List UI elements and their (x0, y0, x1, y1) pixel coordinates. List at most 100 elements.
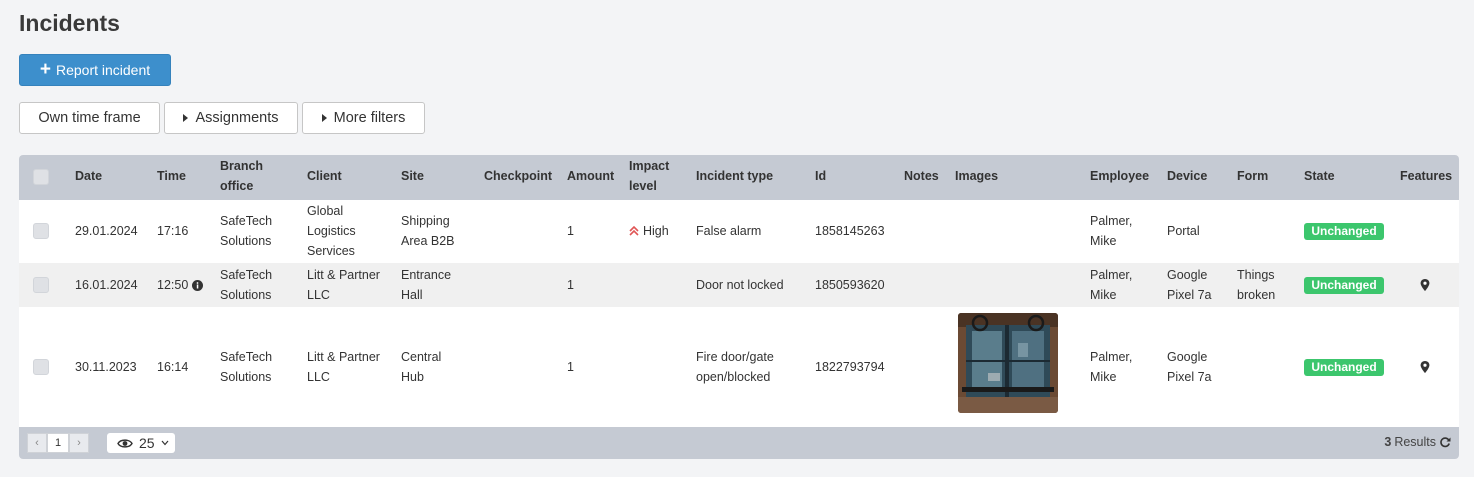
cell-line: Logistics (307, 224, 356, 238)
incident-image-thumbnail[interactable] (958, 313, 1058, 413)
own-time-frame-button[interactable]: Own time frame (19, 102, 160, 134)
col-impact-level-line: Impact (629, 159, 670, 173)
cell-line: Hub (401, 370, 424, 384)
cell-line: Central (401, 350, 442, 364)
row-checkbox[interactable] (33, 359, 49, 375)
more-filters-label: More filters (333, 110, 406, 126)
refresh-icon[interactable] (1439, 436, 1451, 448)
col-images[interactable]: Images (955, 166, 998, 186)
col-time[interactable]: Time (157, 166, 186, 186)
table-row[interactable]: 16.01.2024 12:50 SafeTech Solutions Litt… (19, 263, 1459, 307)
cell-line: open/blocked (696, 370, 771, 384)
col-site[interactable]: Site (401, 166, 424, 186)
eye-icon (117, 438, 133, 448)
cell-line: Google (1167, 350, 1208, 364)
page-size-select[interactable]: 25 (107, 433, 175, 453)
col-id[interactable]: Id (815, 166, 826, 186)
cell-line: Litt & Partner (307, 350, 380, 364)
col-client[interactable]: Client (307, 166, 342, 186)
table-row[interactable]: 29.01.2024 17:16 SafeTech Solutions Glob… (19, 200, 1459, 263)
cell-line: Area B2B (401, 234, 455, 248)
double-chevron-up-icon (629, 226, 639, 236)
cell-line: broken (1237, 288, 1276, 302)
cell-site: Shipping Area B2B (401, 211, 455, 251)
cell-line: Fire door/gate (696, 350, 774, 364)
cell-client: Litt & Partner LLC (307, 265, 380, 305)
cell-time: 12:50 (157, 275, 204, 295)
status-badge: Unchanged (1304, 223, 1384, 240)
cell-line: SafeTech (220, 350, 273, 364)
status-badge: Unchanged (1304, 359, 1384, 376)
results-label: Results (1394, 435, 1436, 449)
cell-employee: Palmer, Mike (1090, 211, 1132, 251)
col-device[interactable]: Device (1167, 166, 1207, 186)
assignments-button[interactable]: Assignments (164, 102, 298, 134)
select-all-checkbox[interactable] (33, 169, 49, 185)
caret-right-icon (183, 114, 189, 122)
col-checkpoint[interactable]: Checkpoint (484, 166, 552, 186)
next-page-button[interactable]: › (69, 433, 89, 453)
own-time-frame-label: Own time frame (38, 110, 141, 126)
prev-page-button[interactable]: ‹ (27, 433, 47, 453)
report-incident-button[interactable]: + Report incident (19, 54, 171, 86)
table-footer: ‹ 1 › 25 3 Results (19, 427, 1459, 459)
more-filters-button[interactable]: More filters (302, 102, 425, 134)
col-branch-office[interactable]: Branch office (220, 156, 263, 196)
cell-line: Pixel 7a (1167, 370, 1212, 384)
cell-line: Palmer, (1090, 350, 1133, 364)
col-impact-level[interactable]: Impact level (629, 156, 669, 196)
cell-employee: Palmer, Mike (1090, 265, 1132, 305)
page-number-button[interactable]: 1 (47, 433, 69, 453)
cell-incident-type: Fire door/gate open/blocked (696, 347, 774, 387)
cell-device: Portal (1167, 221, 1200, 241)
cell-site: Entrance Hall (401, 265, 451, 305)
cell-id: 1858145263 (815, 224, 885, 238)
cell-line: Services (307, 244, 355, 258)
cell-incident-type: Door not locked (696, 275, 784, 295)
cell-employee: Palmer, Mike (1090, 347, 1132, 387)
col-employee[interactable]: Employee (1090, 166, 1149, 186)
col-state[interactable]: State (1304, 166, 1335, 186)
chevron-down-icon (161, 440, 169, 446)
cell-date: 16.01.2024 (75, 278, 138, 292)
col-form[interactable]: Form (1237, 166, 1268, 186)
cell-line: Pixel 7a (1167, 288, 1212, 302)
caret-right-icon (321, 114, 327, 122)
cell-device: Google Pixel 7a (1167, 265, 1211, 305)
status-badge: Unchanged (1304, 277, 1384, 294)
col-notes[interactable]: Notes (904, 166, 939, 186)
row-checkbox[interactable] (33, 223, 49, 239)
map-pin-icon[interactable] (1420, 361, 1430, 373)
cell-branch-office: SafeTech Solutions (220, 265, 272, 305)
cell-line: Palmer, (1090, 214, 1133, 228)
col-date[interactable]: Date (75, 166, 102, 186)
cell-client: Global Logistics Services (307, 201, 356, 261)
cell-branch-office: SafeTech Solutions (220, 211, 272, 251)
cell-line: LLC (307, 370, 330, 384)
cell-amount: 1 (567, 360, 574, 374)
cell-line: Portal (1167, 224, 1200, 238)
table-row[interactable]: 30.11.2023 16:14 SafeTech Solutions Litt… (19, 307, 1459, 427)
page-size-value: 25 (139, 435, 155, 451)
cell-line: LLC (307, 288, 330, 302)
row-checkbox[interactable] (33, 277, 49, 293)
col-amount[interactable]: Amount (567, 166, 614, 186)
table-header: Date Time Branch office Client Site Chec… (19, 155, 1459, 200)
map-pin-icon[interactable] (1420, 279, 1430, 291)
info-icon[interactable] (192, 279, 204, 291)
cell-line: Mike (1090, 288, 1117, 302)
cell-time: 16:14 (157, 360, 189, 374)
incidents-table: Date Time Branch office Client Site Chec… (19, 155, 1459, 459)
cell-line: Solutions (220, 370, 272, 384)
cell-line: SafeTech (220, 214, 273, 228)
cell-line: Things (1237, 268, 1275, 282)
cell-line: Global (307, 204, 344, 218)
col-incident-type[interactable]: Incident type (696, 166, 773, 186)
cell-line: Google (1167, 268, 1208, 282)
cell-line: Palmer, (1090, 268, 1133, 282)
cell-line: Hall (401, 288, 423, 302)
cell-date: 29.01.2024 (75, 224, 138, 238)
col-features[interactable]: Features (1400, 166, 1452, 186)
cell-id: 1822793794 (815, 360, 885, 374)
impact-level-text: High (643, 224, 669, 238)
